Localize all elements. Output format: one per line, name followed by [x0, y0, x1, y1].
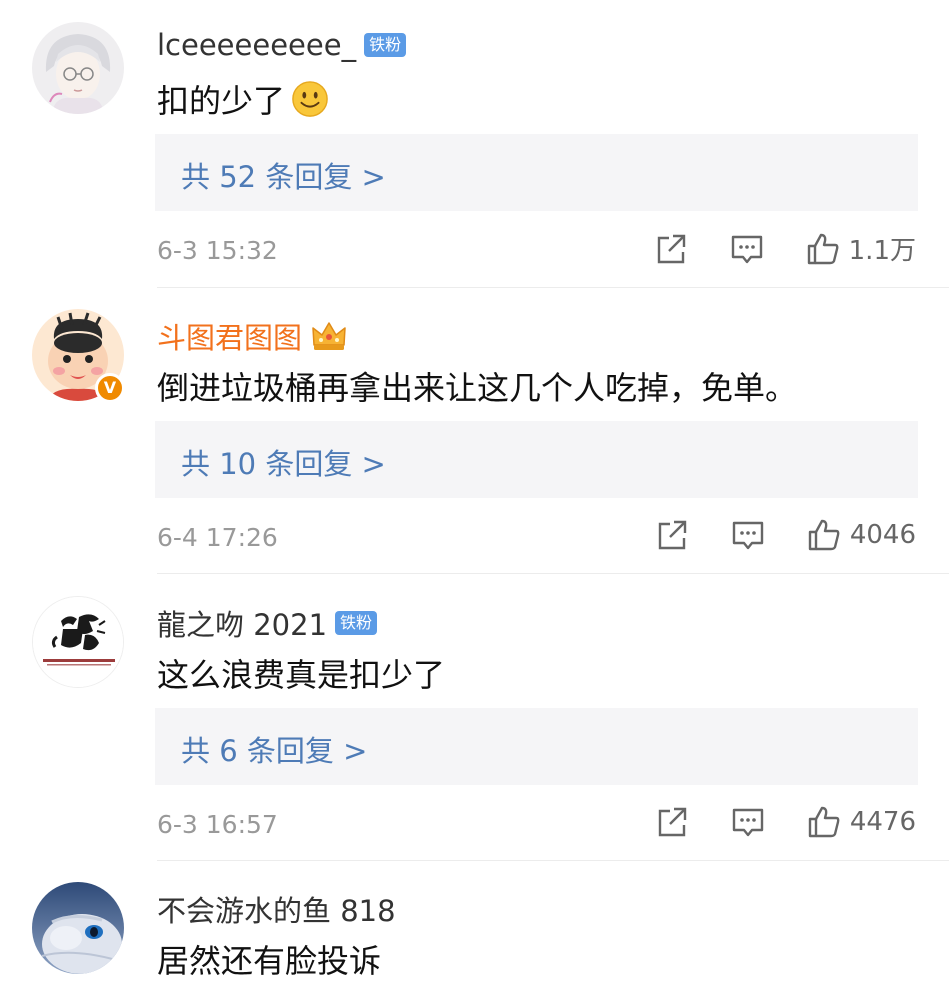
- comment-actions: 4476: [614, 804, 916, 840]
- like-icon[interactable]: [806, 804, 842, 840]
- comment-date: 6-3 16:57: [157, 810, 278, 839]
- username[interactable]: 龍之吻 2021 铁粉: [157, 602, 378, 644]
- comment-actions: 1.1万: [613, 230, 916, 267]
- fan-badge: 铁粉: [335, 611, 378, 635]
- username[interactable]: 斗图君图图: [157, 315, 348, 357]
- comment-body: 居然还有脸投诉: [157, 942, 382, 980]
- verified-badge: V: [95, 373, 125, 403]
- username[interactable]: lceeeeeeeee_ 铁粉: [157, 28, 407, 62]
- like-count: 4476: [849, 807, 916, 837]
- avatar[interactable]: [32, 882, 124, 974]
- comment-body: 扣的少了: [157, 82, 286, 120]
- comment-text: 倒进垃圾桶再拿出来让这几个人吃掉，免单。: [157, 363, 797, 409]
- comment-text: 这么浪费真是扣少了: [157, 650, 445, 696]
- view-replies-button[interactable]: 共 52 条回复 >: [155, 134, 918, 211]
- comment-icon[interactable]: [730, 517, 766, 553]
- like-count: 1.1万: [848, 236, 916, 266]
- replies-link: 共 52 条回复 >: [181, 160, 386, 194]
- comment-icon[interactable]: [729, 231, 765, 267]
- smile-emoji-icon: [292, 81, 328, 117]
- divider: [157, 860, 949, 861]
- comment-body: 这么浪费真是扣少了: [157, 656, 446, 694]
- fan-badge: 铁粉: [364, 33, 407, 57]
- replies-link: 共 10 条回复 >: [181, 447, 386, 481]
- comment-date: 6-4 17:26: [157, 523, 278, 552]
- view-replies-button[interactable]: 共 10 条回复 >: [155, 421, 918, 498]
- replies-link: 共 6 条回复 >: [181, 734, 368, 768]
- comment-body: 倒进垃圾桶再拿出来让这几个人吃掉，免单。: [157, 369, 798, 407]
- like-count: 4046: [849, 520, 916, 550]
- like-icon[interactable]: [806, 517, 842, 553]
- avatar[interactable]: [32, 596, 124, 688]
- share-icon[interactable]: [654, 517, 690, 553]
- crown-icon: [312, 322, 346, 350]
- username-text: lceeeeeeeee_: [157, 28, 357, 62]
- comment-date: 6-3 15:32: [157, 236, 278, 265]
- username-text: 不会游水的鱼 818: [157, 894, 396, 928]
- comment-text: 居然还有脸投诉: [157, 936, 381, 982]
- username[interactable]: 不会游水的鱼 818: [157, 888, 396, 930]
- divider: [157, 573, 949, 574]
- like-icon[interactable]: [805, 231, 841, 267]
- comment-text: 扣的少了: [157, 76, 329, 122]
- share-icon[interactable]: [654, 804, 690, 840]
- divider: [157, 287, 949, 288]
- comment-icon[interactable]: [730, 804, 766, 840]
- username-text: 龍之吻 2021: [157, 608, 328, 642]
- username-text: 斗图君图图: [157, 321, 303, 355]
- share-icon[interactable]: [653, 231, 689, 267]
- view-replies-button[interactable]: 共 6 条回复 >: [155, 708, 918, 785]
- comment-actions: 4046: [614, 517, 916, 553]
- avatar[interactable]: [32, 22, 124, 114]
